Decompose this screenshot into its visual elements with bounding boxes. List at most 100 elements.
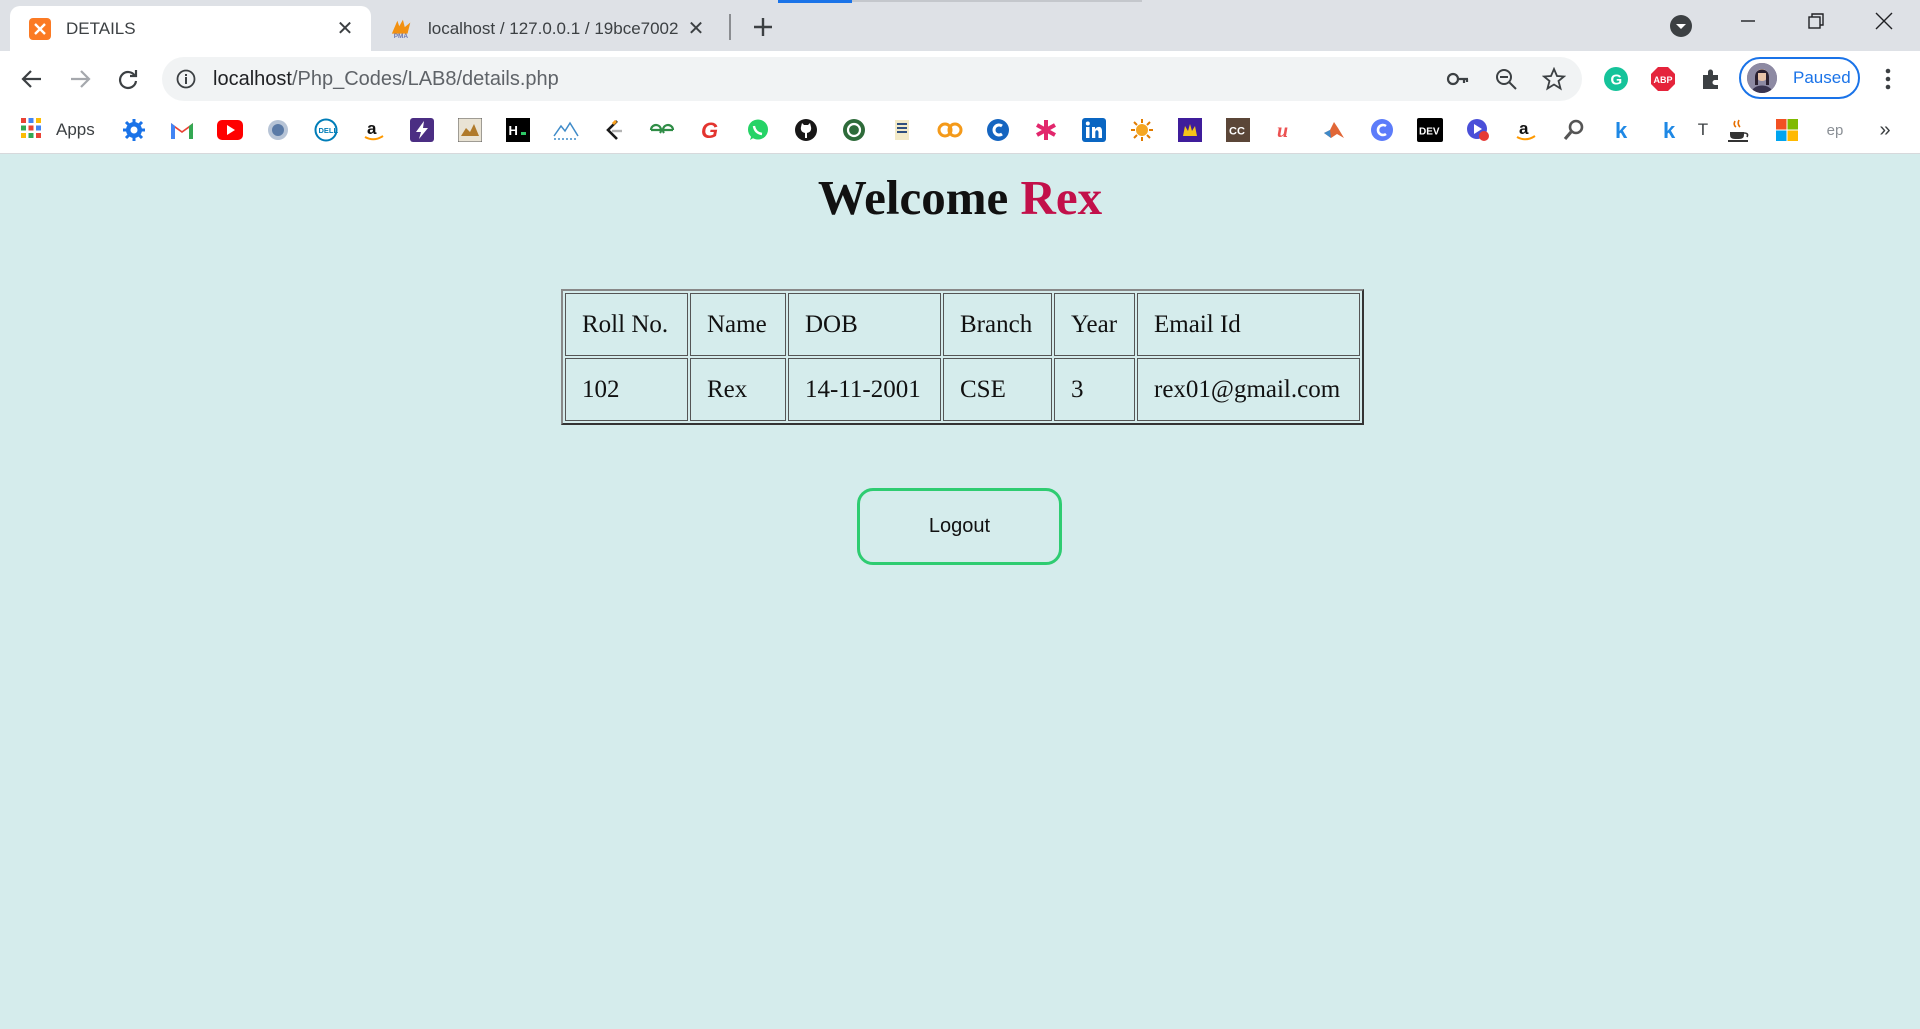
header-email: Email Id xyxy=(1137,293,1360,356)
t-icon[interactable]: T xyxy=(1690,117,1716,143)
grammarly-g-icon[interactable]: G xyxy=(697,117,723,143)
back-arrow-icon[interactable] xyxy=(13,60,51,98)
amazon2-icon[interactable]: a xyxy=(1513,117,1539,143)
matlab-icon[interactable] xyxy=(1321,117,1347,143)
xampp-icon xyxy=(28,17,52,41)
cell-email: rex01@gmail.com xyxy=(1137,358,1360,421)
tab-search-icon[interactable] xyxy=(1667,12,1695,40)
restore-icon[interactable] xyxy=(1782,0,1850,42)
details-table: Roll No. Name DOB Branch Year Email Id 1… xyxy=(561,289,1364,425)
whatsapp-icon[interactable] xyxy=(745,117,771,143)
tiger-icon[interactable] xyxy=(457,117,483,143)
header-year: Year xyxy=(1054,293,1135,356)
circle-green-icon[interactable] xyxy=(841,117,867,143)
cell-dob: 14-11-2001 xyxy=(788,358,941,421)
geeksforgeeks-icon[interactable] xyxy=(649,117,675,143)
browser-toolbar: localhost/Php_Codes/LAB8/details.php G A… xyxy=(0,51,1920,107)
header-dob: DOB xyxy=(788,293,941,356)
reload-icon[interactable] xyxy=(109,60,147,98)
mountains-icon[interactable] xyxy=(553,117,579,143)
new-tab-plus-icon[interactable] xyxy=(746,10,780,44)
dev-icon[interactable]: DEV xyxy=(1417,117,1443,143)
header-branch: Branch xyxy=(943,293,1052,356)
play-icon[interactable] xyxy=(1465,117,1491,143)
url-text[interactable]: localhost/Php_Codes/LAB8/details.php xyxy=(213,57,559,101)
address-bar[interactable]: localhost/Php_Codes/LAB8/details.php xyxy=(162,57,1582,101)
youtube-icon[interactable] xyxy=(217,117,243,143)
cc-icon[interactable]: CC xyxy=(1225,117,1251,143)
avatar xyxy=(1747,63,1777,93)
c-circle-icon[interactable] xyxy=(1369,117,1395,143)
logout-button[interactable]: Logout xyxy=(857,488,1062,565)
book-icon[interactable] xyxy=(889,117,915,143)
adblock-plus-icon[interactable]: ABP xyxy=(1649,65,1677,93)
svg-text:H: H xyxy=(509,123,518,138)
apps-shortcut[interactable]: Apps xyxy=(20,114,95,146)
url-path: /Php_Codes/LAB8/details.php xyxy=(291,68,559,90)
c-blue-icon[interactable] xyxy=(985,117,1011,143)
bolt-icon[interactable] xyxy=(409,117,435,143)
forward-arrow-icon[interactable] xyxy=(61,60,99,98)
svg-text:G: G xyxy=(701,118,718,142)
table-row: 102 Rex 14-11-2001 CSE 3 rex01@gmail.com xyxy=(565,358,1360,421)
leetcode-icon[interactable] xyxy=(601,117,627,143)
apps-label: Apps xyxy=(56,120,95,139)
ep-icon[interactable]: ep xyxy=(1822,117,1848,143)
svg-text:CC: CC xyxy=(1229,126,1245,138)
close-icon[interactable]: ✕ xyxy=(682,15,710,43)
puzzle-extensions-icon[interactable] xyxy=(1697,65,1725,93)
linkedin-icon[interactable] xyxy=(1081,117,1107,143)
minimize-icon[interactable] xyxy=(1714,0,1782,42)
svg-text:DEV: DEV xyxy=(1419,127,1440,138)
dell-icon[interactable]: DELL xyxy=(313,117,339,143)
cell-name: Rex xyxy=(690,358,786,421)
tab-details[interactable]: DETAILS ✕ xyxy=(10,6,371,51)
chevron-double-right-icon[interactable]: » xyxy=(1872,117,1898,143)
key-icon[interactable] xyxy=(1444,65,1472,93)
hackerrank-icon[interactable]: H xyxy=(505,117,531,143)
grammarly-icon[interactable]: G xyxy=(1602,65,1630,93)
svg-text:a: a xyxy=(367,119,377,138)
table-header-row: Roll No. Name DOB Branch Year Email Id xyxy=(565,293,1360,356)
header-name: Name xyxy=(690,293,786,356)
close-icon[interactable]: ✕ xyxy=(331,15,359,43)
svg-text:ABP: ABP xyxy=(1654,75,1673,85)
coursera-icon[interactable] xyxy=(937,117,963,143)
asterisk-icon[interactable] xyxy=(1033,117,1059,143)
tab-loading-indicator xyxy=(778,0,852,3)
star-icon[interactable] xyxy=(1540,65,1568,93)
github-icon[interactable] xyxy=(793,117,819,143)
cell-roll-no: 102 xyxy=(565,358,688,421)
cell-year: 3 xyxy=(1054,358,1135,421)
tab-strip: DETAILS ✕ PMA localhost / 127.0.0.1 / 19… xyxy=(0,0,1920,51)
k2-icon[interactable]: k xyxy=(1657,117,1683,143)
tab-separator xyxy=(729,14,731,40)
gmail-icon[interactable] xyxy=(169,117,195,143)
java-icon[interactable] xyxy=(1726,117,1752,143)
svg-text:u: u xyxy=(1277,120,1288,142)
zoom-out-icon[interactable] xyxy=(1492,65,1520,93)
svg-text:k: k xyxy=(1615,118,1628,142)
profile-button[interactable]: Paused xyxy=(1739,57,1860,99)
info-icon[interactable] xyxy=(174,67,198,91)
crown-icon[interactable] xyxy=(1177,117,1203,143)
k-icon[interactable]: k xyxy=(1609,117,1635,143)
window-close-icon[interactable] xyxy=(1850,0,1918,42)
microsoft-icon[interactable] xyxy=(1774,117,1800,143)
svg-text:a: a xyxy=(1519,119,1529,138)
search-icon[interactable] xyxy=(1561,117,1587,143)
tab-phpmyadmin[interactable]: PMA localhost / 127.0.0.1 / 19bce7002 ✕ xyxy=(372,6,722,51)
bookmarks-bar: Apps DELL a H G CC u DEV a k k T ep » xyxy=(0,107,1920,154)
amazon-icon[interactable]: a xyxy=(361,117,387,143)
header-roll-no: Roll No. xyxy=(565,293,688,356)
sun-icon[interactable] xyxy=(1129,117,1155,143)
emblem-icon[interactable] xyxy=(265,117,291,143)
udemy-icon[interactable]: u xyxy=(1273,117,1299,143)
tab-title: DETAILS xyxy=(66,18,136,38)
gear-icon[interactable] xyxy=(121,117,147,143)
tab-loading-track xyxy=(852,0,1142,2)
tab-title: localhost / 127.0.0.1 / 19bce7002 xyxy=(428,18,679,38)
page-title: Welcome Rex xyxy=(0,169,1920,226)
page-content: Welcome Rex Roll No. Name DOB Branch Yea… xyxy=(0,155,1920,1029)
kebab-menu-icon[interactable] xyxy=(1874,65,1902,93)
